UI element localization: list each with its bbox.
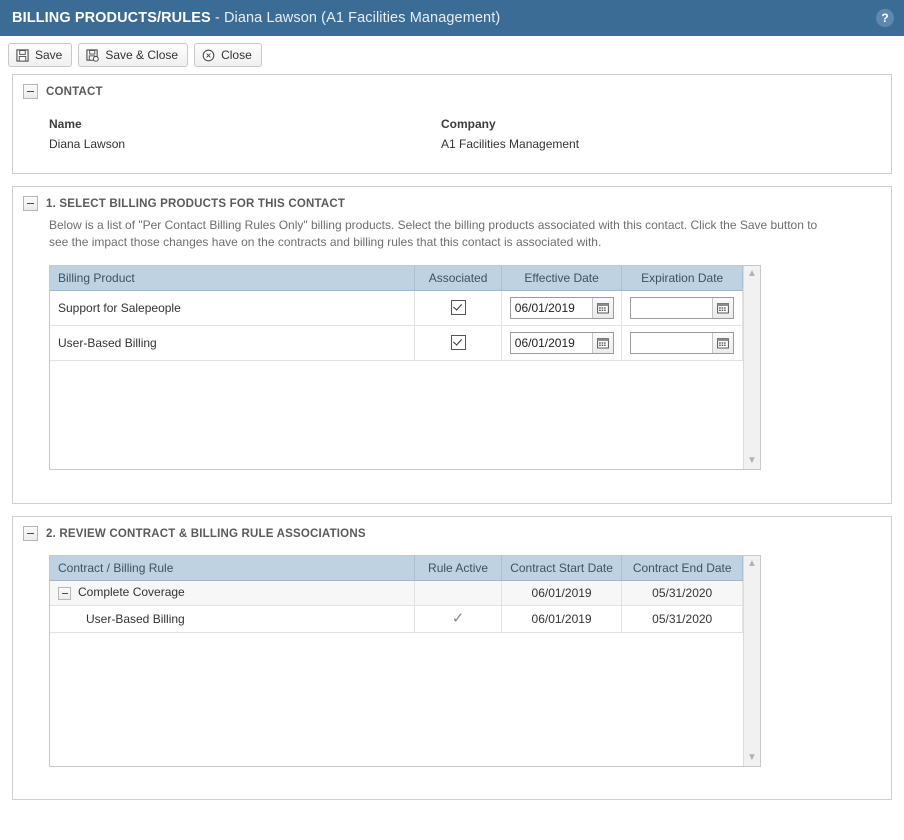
column-header-expiration-date[interactable]: Expiration Date <box>622 266 743 290</box>
effective-date-input[interactable] <box>511 333 592 353</box>
scroll-down-icon[interactable]: ▼ <box>747 753 757 763</box>
contact-company-field: Company A1 Facilities Management <box>441 117 833 151</box>
cell-contract-end-date: 05/31/2020 <box>622 580 743 605</box>
contact-company-value: A1 Facilities Management <box>441 137 833 151</box>
step2-panel-title: 2. REVIEW CONTRACT & BILLING RULE ASSOCI… <box>46 528 366 540</box>
step1-description: Below is a list of "Per Contact Billing … <box>13 211 889 251</box>
cell-contract-name: Complete Coverage <box>50 580 415 605</box>
vertical-scrollbar[interactable]: ▲ ▼ <box>743 266 760 469</box>
page-title-subject: - Diana Lawson (A1 Facilities Management… <box>211 10 501 26</box>
table-row[interactable]: Support for Salepeople <box>50 290 743 325</box>
save-button-label: Save <box>35 48 62 62</box>
help-icon[interactable]: ? <box>876 9 894 27</box>
expiration-date-field[interactable] <box>630 332 734 354</box>
contract-rules-grid: Contract / Billing Rule Rule Active Cont… <box>49 555 761 767</box>
step2-panel: 2. REVIEW CONTRACT & BILLING RULE ASSOCI… <box>12 516 892 800</box>
tree-collapse-icon[interactable] <box>58 587 71 600</box>
collapse-icon-step2[interactable] <box>23 526 38 541</box>
page-title-main: BILLING PRODUCTS/RULES <box>12 10 211 26</box>
column-header-associated[interactable]: Associated <box>415 266 501 290</box>
expiration-date-input[interactable] <box>631 333 712 353</box>
cell-effective-date <box>501 325 622 360</box>
table-row[interactable]: User-Based Billing <box>50 325 743 360</box>
cell-billing-product: Support for Salepeople <box>50 290 415 325</box>
calendar-icon[interactable] <box>712 298 733 318</box>
save-and-close-button-label: Save & Close <box>105 48 178 62</box>
column-header-billing-product[interactable]: Billing Product <box>50 266 415 290</box>
calendar-icon[interactable] <box>592 298 613 318</box>
cell-contract-start-date: 06/01/2019 <box>501 580 622 605</box>
contact-panel: CONTACT Name Diana Lawson Company A1 Fac… <box>12 74 892 174</box>
contact-name-value: Diana Lawson <box>49 137 441 151</box>
billing-products-grid-body: Billing Product Associated Effective Dat… <box>50 266 743 469</box>
billing-products-table: Billing Product Associated Effective Dat… <box>50 266 743 361</box>
close-icon <box>202 49 215 62</box>
contact-panel-title: CONTACT <box>46 86 103 98</box>
save-button[interactable]: Save <box>8 43 72 67</box>
column-header-contract-end-date[interactable]: Contract End Date <box>622 556 743 580</box>
save-and-close-button[interactable]: Save & Close <box>78 43 188 67</box>
table-header-row: Contract / Billing Rule Rule Active Cont… <box>50 556 743 580</box>
table-row[interactable]: Complete Coverage 06/01/2019 05/31/2020 <box>50 580 743 605</box>
effective-date-field[interactable] <box>510 332 614 354</box>
save-close-icon <box>86 49 99 62</box>
column-header-contract-start-date[interactable]: Contract Start Date <box>501 556 622 580</box>
cell-rule-active: ✓ <box>415 605 501 632</box>
cell-billing-product: User-Based Billing <box>50 325 415 360</box>
calendar-icon[interactable] <box>712 333 733 353</box>
column-header-effective-date[interactable]: Effective Date <box>501 266 622 290</box>
grid-empty-area <box>50 633 743 767</box>
scroll-up-icon[interactable]: ▲ <box>747 559 757 569</box>
rule-active-checkmark: ✓ <box>452 610 465 627</box>
table-header-row: Billing Product Associated Effective Dat… <box>50 266 743 290</box>
cell-contract-start-date: 06/01/2019 <box>501 605 622 632</box>
contract-rules-grid-body: Contract / Billing Rule Rule Active Cont… <box>50 556 743 766</box>
column-header-rule-active[interactable]: Rule Active <box>415 556 501 580</box>
window-titlebar: BILLING PRODUCTS/RULES - Diana Lawson (A… <box>0 0 904 36</box>
step2-panel-header: 2. REVIEW CONTRACT & BILLING RULE ASSOCI… <box>13 517 891 541</box>
grid-empty-area <box>50 361 743 470</box>
table-row[interactable]: User-Based Billing ✓ 06/01/2019 05/31/20… <box>50 605 743 632</box>
collapse-icon-contact[interactable] <box>23 84 38 99</box>
close-button[interactable]: Close <box>194 43 262 67</box>
contract-rules-table: Contract / Billing Rule Rule Active Cont… <box>50 556 743 633</box>
column-header-contract-billing-rule[interactable]: Contract / Billing Rule <box>50 556 415 580</box>
step1-panel: 1. SELECT BILLING PRODUCTS FOR THIS CONT… <box>12 186 892 504</box>
billing-products-grid: Billing Product Associated Effective Dat… <box>49 265 761 470</box>
collapse-icon-step1[interactable] <box>23 196 38 211</box>
scroll-down-icon[interactable]: ▼ <box>747 456 757 466</box>
scroll-up-icon[interactable]: ▲ <box>747 269 757 279</box>
step1-panel-header: 1. SELECT BILLING PRODUCTS FOR THIS CONT… <box>13 187 891 211</box>
cell-effective-date <box>501 290 622 325</box>
expiration-date-input[interactable] <box>631 298 712 318</box>
contract-name-label: Complete Coverage <box>78 585 185 599</box>
cell-contract-end-date: 05/31/2020 <box>622 605 743 632</box>
cell-billing-rule-name: User-Based Billing <box>50 605 415 632</box>
cell-expiration-date <box>622 325 743 360</box>
toolbar: Save Save & Close Close <box>0 36 904 74</box>
calendar-icon[interactable] <box>592 333 613 353</box>
effective-date-field[interactable] <box>510 297 614 319</box>
expiration-date-field[interactable] <box>630 297 734 319</box>
cell-associated <box>415 290 501 325</box>
cell-associated <box>415 325 501 360</box>
effective-date-input[interactable] <box>511 298 592 318</box>
associated-checkbox[interactable] <box>451 335 466 350</box>
save-icon <box>16 49 29 62</box>
cell-rule-active <box>415 580 501 605</box>
step1-panel-title: 1. SELECT BILLING PRODUCTS FOR THIS CONT… <box>46 198 345 210</box>
contact-company-label: Company <box>441 117 833 131</box>
contact-name-label: Name <box>49 117 441 131</box>
page-title: BILLING PRODUCTS/RULES - Diana Lawson (A… <box>12 10 500 26</box>
vertical-scrollbar[interactable]: ▲ ▼ <box>743 556 760 766</box>
contact-name-field: Name Diana Lawson <box>49 117 441 151</box>
cell-expiration-date <box>622 290 743 325</box>
contact-details: Name Diana Lawson Company A1 Facilities … <box>13 99 891 151</box>
associated-checkbox[interactable] <box>451 300 466 315</box>
close-button-label: Close <box>221 48 252 62</box>
contact-panel-header: CONTACT <box>13 75 891 99</box>
